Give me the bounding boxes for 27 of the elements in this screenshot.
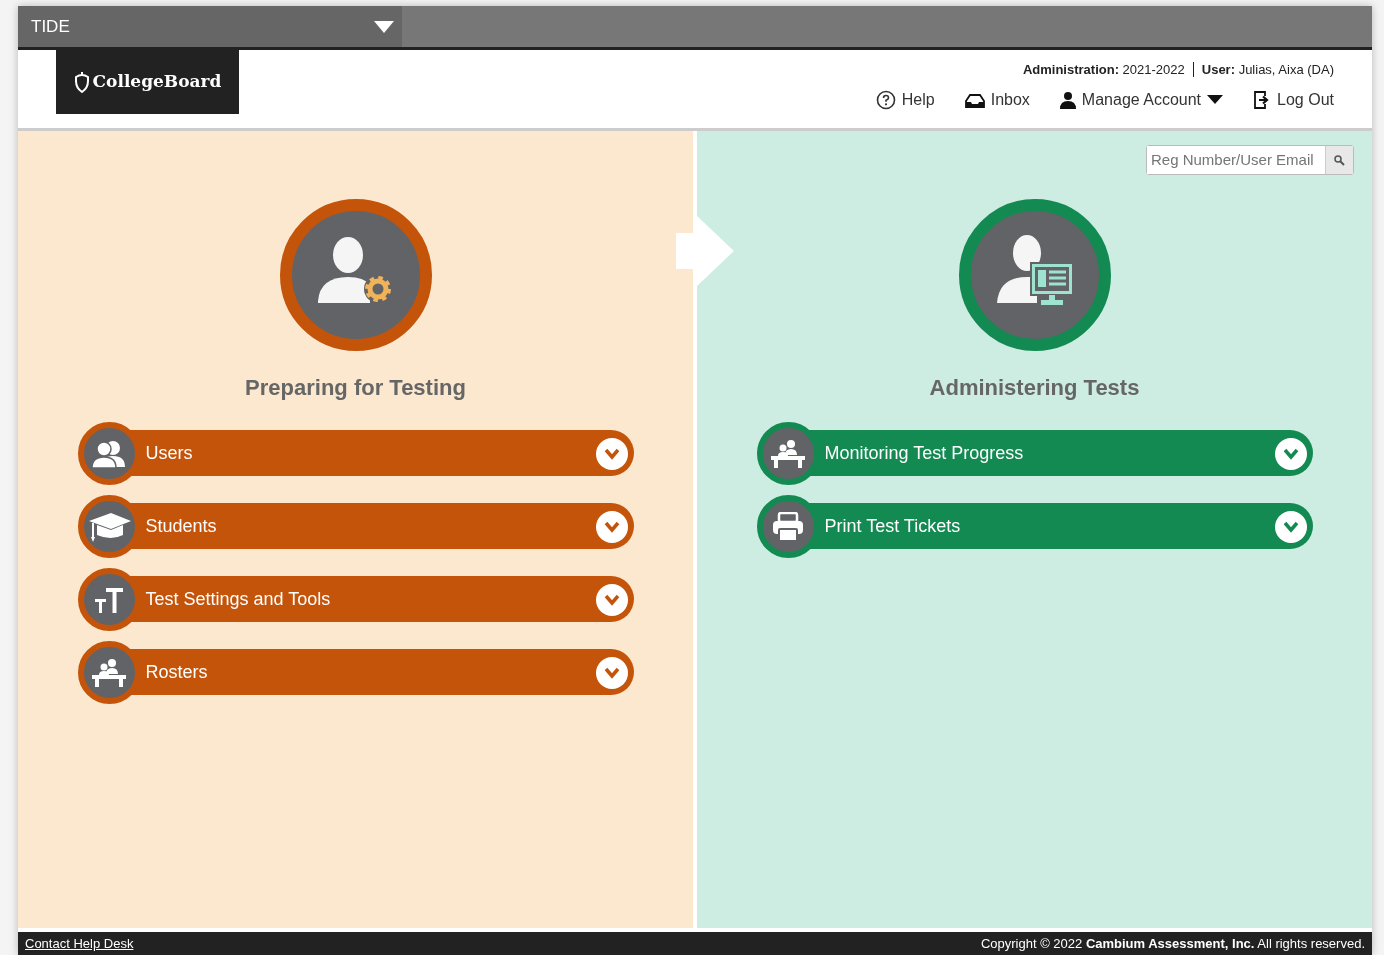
search-button[interactable]	[1325, 146, 1353, 174]
logout-link[interactable]: Log Out	[1253, 87, 1334, 112]
text-size-icon	[94, 585, 124, 614]
copyright-text: Copyright © 2022 Cambium Assessment, Inc. All rights reserved.	[980, 934, 1365, 953]
classroom-icon	[770, 438, 806, 469]
section-title: Administering Tests	[929, 374, 1140, 402]
manage-account-dropdown[interactable]: Manage Account	[1059, 87, 1224, 112]
caret-icon	[374, 20, 394, 33]
logo: CollegeBoard	[56, 50, 239, 114]
printer-icon	[772, 511, 804, 542]
app-menu-dropdown[interactable]: TIDE	[18, 6, 402, 47]
graduation-cap-icon	[87, 510, 131, 543]
classroom-icon	[91, 657, 127, 688]
inbox-link[interactable]: Inbox	[964, 87, 1030, 112]
administration-info: Administration: 2021-2022	[1022, 61, 1185, 79]
users-icon	[91, 438, 127, 469]
search-field[interactable]: Reg Number/User Email	[1146, 145, 1354, 175]
user-icon	[1059, 90, 1076, 109]
caret-icon	[1207, 94, 1224, 105]
help-icon	[875, 89, 896, 110]
section-title: Preparing for Testing	[245, 374, 466, 402]
inbox-icon	[964, 91, 985, 108]
help-link[interactable]: Help	[875, 87, 935, 112]
flow-arrow	[676, 215, 734, 287]
user-info: User: Julias, Aixa (DA)	[1201, 61, 1334, 79]
search-icon	[1334, 154, 1345, 166]
help-desk-link[interactable]: Contact Help Desk	[25, 933, 134, 954]
